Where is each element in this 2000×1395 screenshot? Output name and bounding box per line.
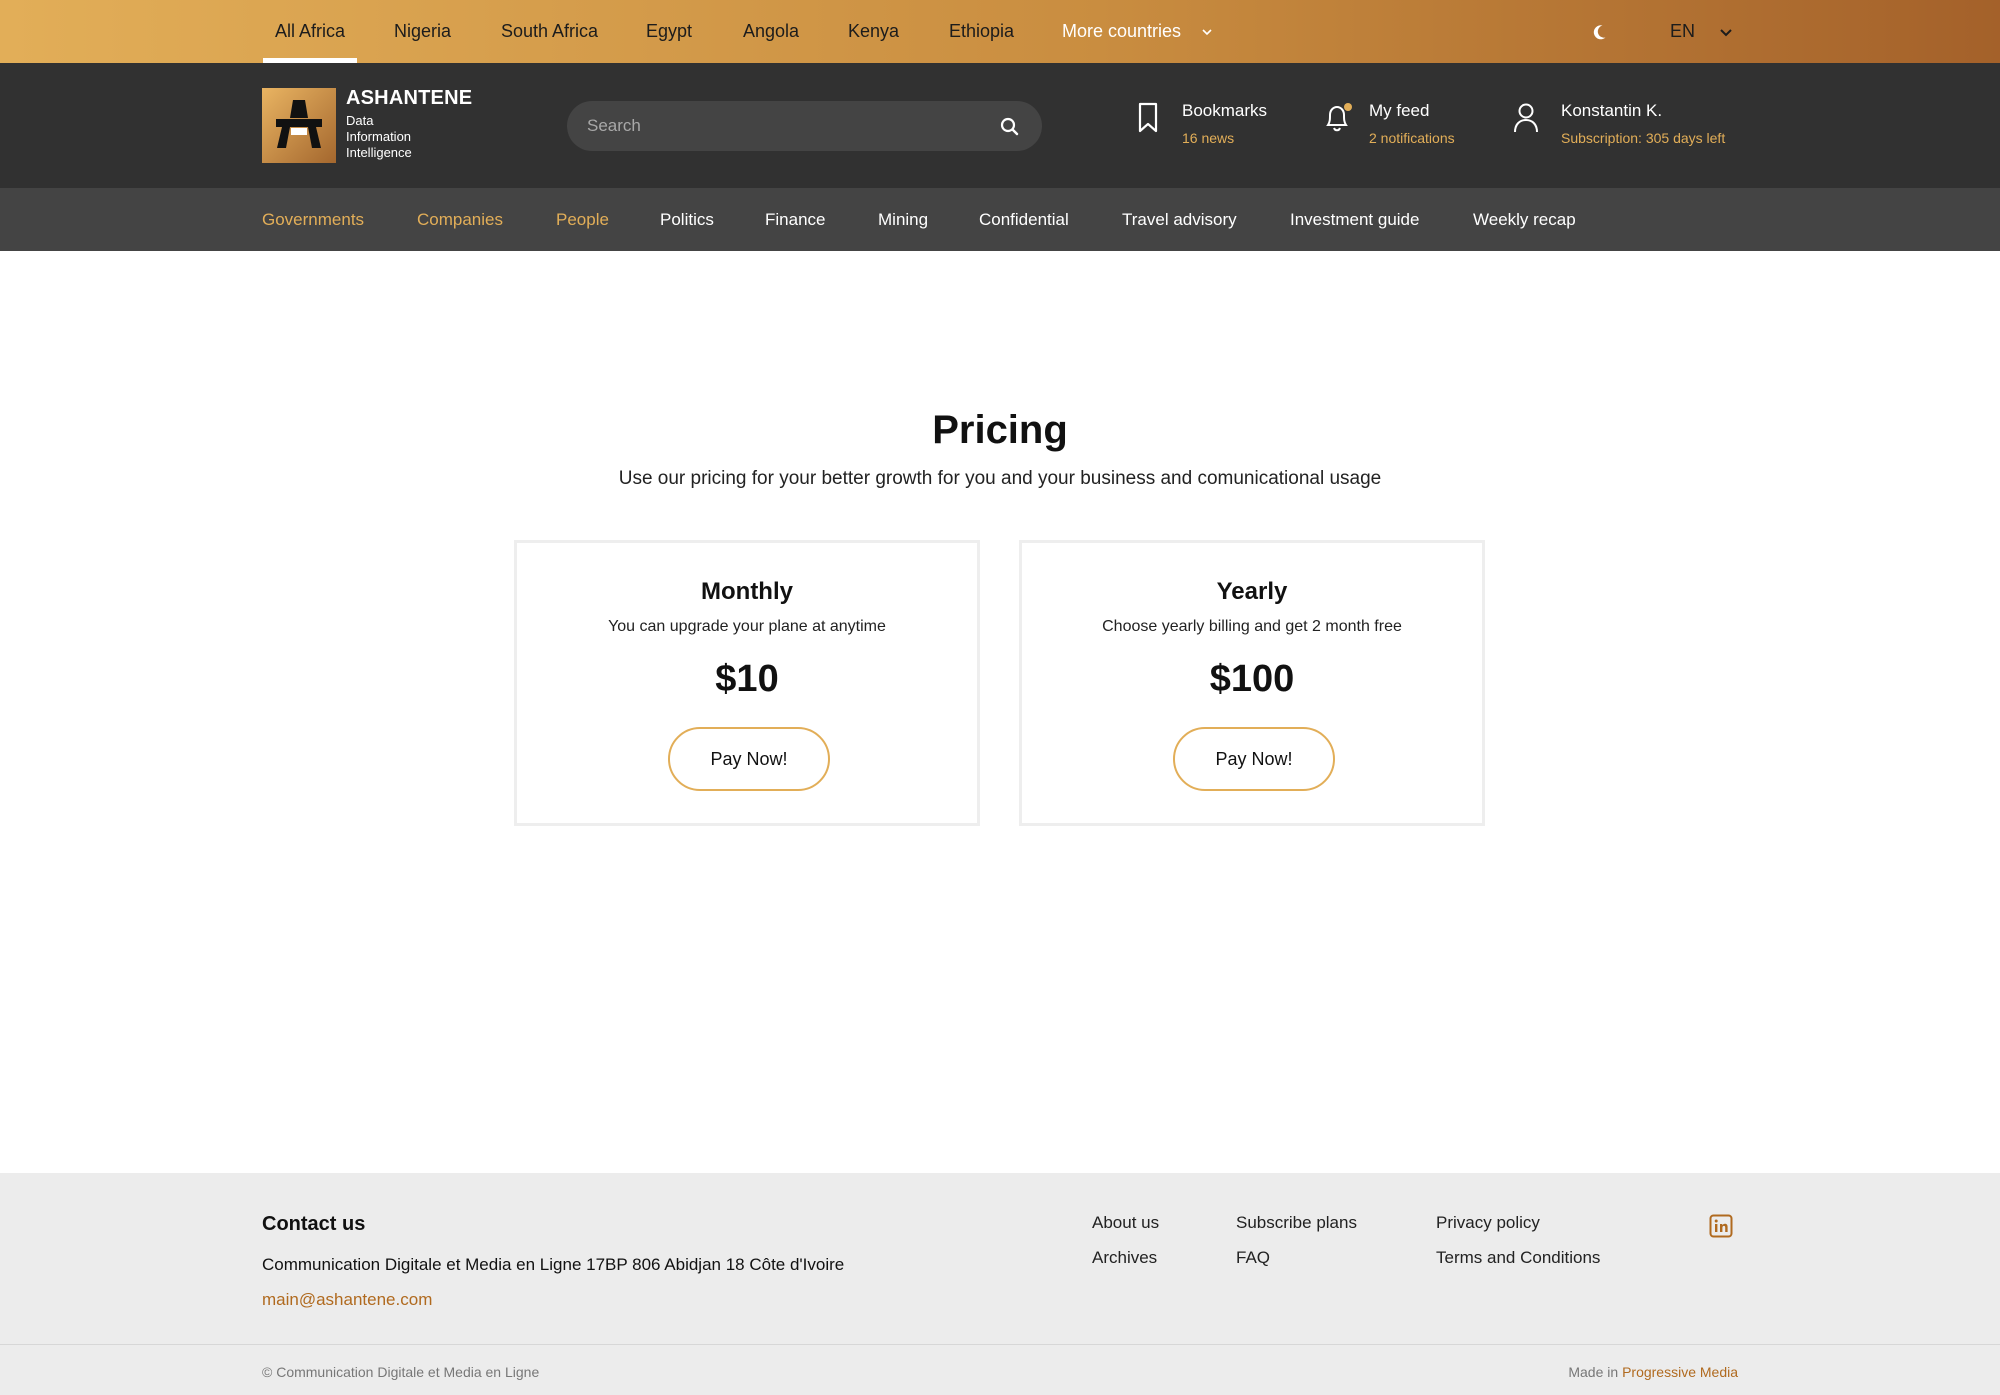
copyright-text: © Communication Digitale et Media en Lig… [262, 1364, 540, 1380]
plan-description: Choose yearly billing and get 2 month fr… [1102, 618, 1402, 635]
user-icon [1514, 103, 1538, 133]
nav-item-politics[interactable]: Politics [660, 188, 714, 251]
nav-item-investment-guide[interactable]: Investment guide [1290, 188, 1419, 251]
moon-icon[interactable] [1590, 20, 1614, 44]
footer-link-terms[interactable]: Terms and Conditions [1436, 1248, 1600, 1268]
pay-now-button-monthly[interactable]: Pay Now! [668, 727, 830, 791]
bookmarks-link[interactable]: Bookmarks 16 news [1136, 93, 1276, 153]
made-in-prefix: Made in [1568, 1364, 1619, 1380]
brand-tagline: Data Information Intelligence [346, 113, 412, 161]
brand-tagline-line: Information [346, 129, 412, 144]
linkedin-icon[interactable] [1709, 1214, 1733, 1238]
progressive-media-link[interactable]: Progressive Media [1622, 1364, 1738, 1380]
site-footer: Contact us Communication Digitale et Med… [0, 1173, 2000, 1395]
language-label: EN [1670, 21, 1696, 41]
bookmarks-count: 16 news [1182, 130, 1235, 146]
nav-item-companies[interactable]: Companies [417, 188, 503, 251]
nav-item-people[interactable]: People [556, 188, 609, 251]
country-tab-angola[interactable]: Angola [743, 0, 799, 63]
more-countries-dropdown[interactable]: More countries [1062, 0, 1214, 63]
page-title: Pricing [932, 408, 1068, 452]
footer-link-privacy[interactable]: Privacy policy [1436, 1213, 1540, 1233]
country-tab-ethiopia[interactable]: Ethiopia [949, 0, 1014, 63]
nav-item-travel-advisory[interactable]: Travel advisory [1122, 188, 1237, 251]
plan-price: $10 [715, 658, 779, 700]
nav-item-finance[interactable]: Finance [765, 188, 825, 251]
plan-title: Monthly [701, 578, 793, 605]
my-feed-link[interactable]: My feed 2 notifications [1322, 93, 1482, 153]
bell-icon [1326, 103, 1352, 132]
subscription-status: Subscription: 305 days left [1561, 130, 1726, 146]
country-tab-egypt[interactable]: Egypt [646, 0, 692, 63]
plan-card-yearly: Yearly Choose yearly billing and get 2 m… [1019, 540, 1485, 826]
search-icon[interactable] [997, 114, 1021, 138]
brand-name: ASHANTENE [346, 87, 473, 109]
pay-now-button-yearly[interactable]: Pay Now! [1173, 727, 1335, 791]
search-input[interactable] [587, 101, 987, 151]
feed-title: My feed [1369, 101, 1430, 120]
contact-title: Contact us [262, 1213, 366, 1235]
footer-link-subscribe-plans[interactable]: Subscribe plans [1236, 1213, 1357, 1233]
country-bar: All Africa Nigeria South Africa Egypt An… [0, 0, 2000, 63]
plan-description: You can upgrade your plane at anytime [608, 618, 886, 635]
user-account-link[interactable]: Konstantin K. Subscription: 305 days lef… [1512, 93, 1742, 153]
chevron-down-icon [1720, 29, 1732, 37]
logo-mark [276, 100, 322, 148]
language-selector[interactable]: EN [1670, 0, 1734, 63]
brand-tagline-line: Intelligence [346, 145, 412, 160]
page-subtitle: Use our pricing for your better growth f… [618, 468, 1382, 489]
search-bar [567, 101, 1042, 151]
contact-address: Communication Digitale et Media en Ligne… [262, 1255, 845, 1274]
bookmarks-title: Bookmarks [1182, 101, 1268, 120]
bookmark-icon [1138, 102, 1158, 133]
nav-item-weekly-recap[interactable]: Weekly recap [1473, 188, 1576, 251]
chevron-down-icon [1202, 29, 1212, 36]
footer-link-faq[interactable]: FAQ [1236, 1248, 1270, 1268]
plan-price: $100 [1209, 658, 1295, 700]
footer-divider [0, 1344, 2000, 1345]
main-nav: Governments Companies People Politics Fi… [0, 188, 2000, 251]
site-header: ASHANTENE Data Information Intelligence … [0, 63, 2000, 188]
country-tab-kenya[interactable]: Kenya [848, 0, 899, 63]
contact-email-link[interactable]: main@ashantene.com [262, 1290, 432, 1310]
country-tab-all-africa[interactable]: All Africa [262, 0, 358, 63]
footer-link-about[interactable]: About us [1092, 1213, 1159, 1233]
footer-link-archives[interactable]: Archives [1092, 1248, 1157, 1268]
nav-item-mining[interactable]: Mining [878, 188, 928, 251]
plan-card-monthly: Monthly You can upgrade your plane at an… [514, 540, 980, 826]
made-in-credit: Made in Progressive Media [1568, 1364, 1738, 1380]
plan-title: Yearly [1216, 578, 1288, 605]
brand-tagline-line: Data [346, 113, 374, 128]
more-countries-label: More countries [1062, 21, 1182, 41]
feed-notifications: 2 notifications [1369, 130, 1455, 146]
country-tab-nigeria[interactable]: Nigeria [394, 0, 451, 63]
nav-item-governments[interactable]: Governments [262, 188, 364, 251]
user-name: Konstantin K. [1561, 101, 1663, 120]
logo-icon[interactable] [262, 88, 336, 163]
nav-item-confidential[interactable]: Confidential [979, 188, 1069, 251]
country-tab-south-africa[interactable]: South Africa [501, 0, 598, 63]
